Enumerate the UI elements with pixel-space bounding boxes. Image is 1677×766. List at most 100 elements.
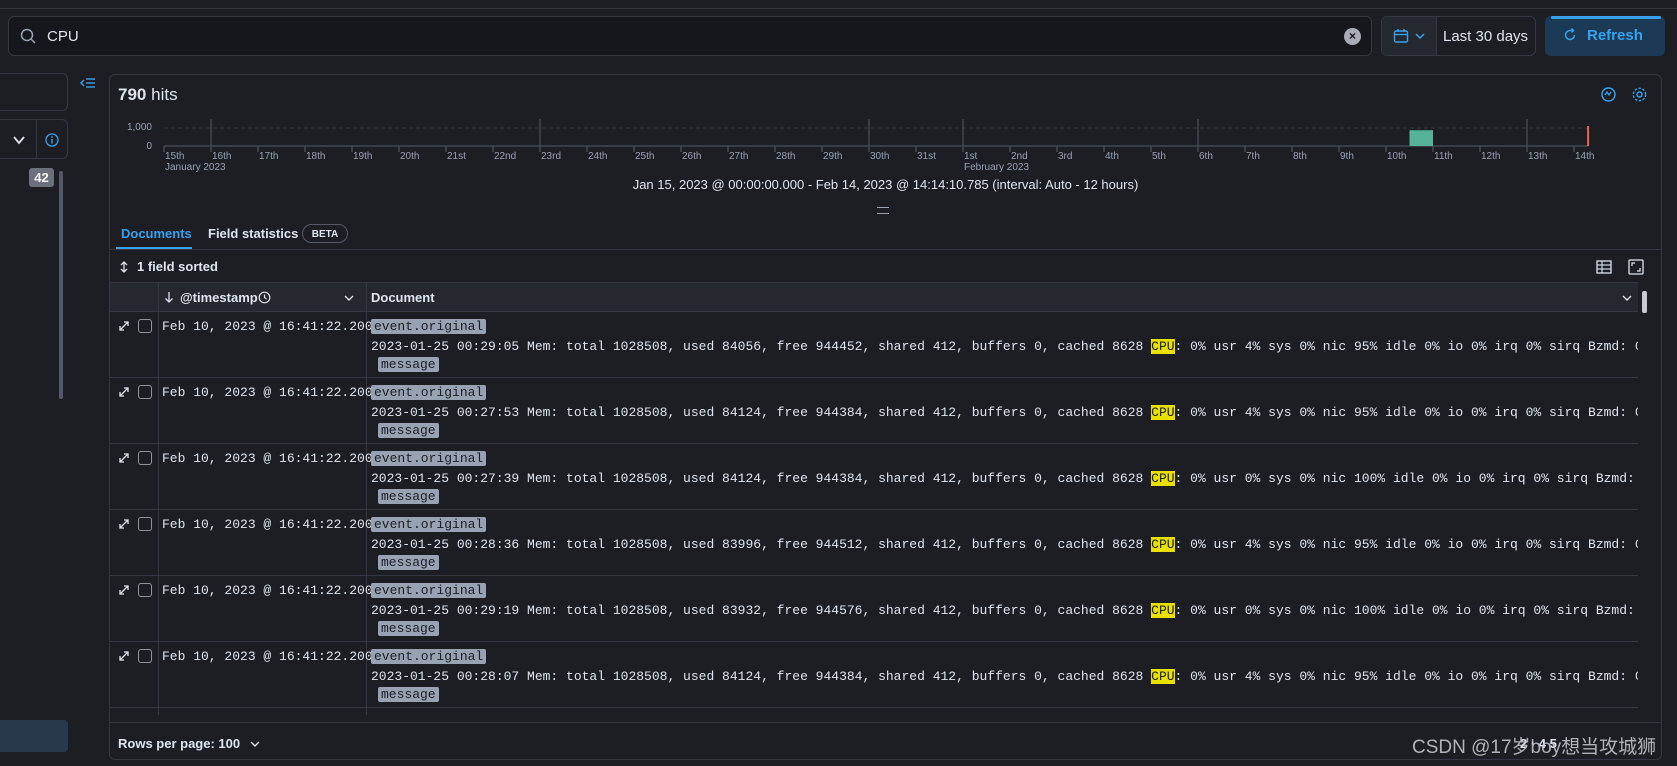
search-highlight: CPU — [1151, 537, 1175, 552]
field-name-tag: event.original — [371, 385, 487, 400]
tab-documents[interactable]: Documents — [121, 226, 192, 241]
divider — [36, 120, 37, 158]
document-summary: 2023-01-25 00:27:39 Mem: total 1028508, … — [371, 471, 1638, 486]
density-icon[interactable] — [1596, 260, 1612, 274]
rows-per-page-button[interactable]: Rows per page: 100 — [118, 736, 260, 751]
table-row[interactable]: Feb 10, 2023 @ 16:41:22.200event.origina… — [110, 708, 1638, 715]
fullscreen-icon[interactable] — [1628, 259, 1644, 275]
expand-icon[interactable] — [116, 648, 132, 664]
row-checkbox[interactable] — [138, 385, 152, 399]
timestamp-cell: Feb 10, 2023 @ 16:41:22.200 — [158, 708, 367, 715]
sort-status[interactable]: 1 field sorted — [137, 259, 218, 274]
x-tick-label: 7th — [1246, 151, 1260, 162]
sidebar-scrollbar[interactable] — [59, 171, 63, 399]
column-header-timestamp[interactable]: @timestamp — [158, 283, 367, 311]
summary-text: : 0% usr 4% sys 0% nic 95% idle 0% io 0%… — [1174, 669, 1638, 684]
expand-icon[interactable] — [116, 384, 132, 400]
table-row[interactable]: Feb 10, 2023 @ 16:41:22.200event.origina… — [110, 510, 1638, 576]
collapse-sidebar-icon[interactable] — [80, 76, 96, 90]
document-cell: event.original 2023-01-25 00:29:05 Mem: t… — [367, 312, 1638, 377]
expand-icon[interactable] — [116, 450, 132, 466]
document-summary: 2023-01-25 00:28:07 Mem: total 1028508, … — [371, 669, 1638, 684]
header-controls — [110, 283, 159, 311]
timestamp-value: Feb 10, 2023 @ 16:41:22.200 — [162, 319, 373, 334]
gear-icon[interactable] — [1631, 86, 1648, 103]
tab-field-statistics[interactable]: Field statistics — [208, 226, 298, 241]
row-checkbox[interactable] — [138, 451, 152, 465]
field-name-tag: message — [378, 687, 439, 702]
hits-label: hits — [151, 85, 178, 104]
y-tick-label: 1,000 — [127, 122, 152, 133]
resize-handle[interactable] — [877, 207, 889, 214]
table-row[interactable]: Feb 10, 2023 @ 16:41:22.200event.origina… — [110, 642, 1638, 708]
hits-histogram[interactable]: 1,000 0 15th 16th 17th 18th 19th 20th 21st 22nd 23… — [118, 118, 1608, 174]
clear-search-icon[interactable]: × — [1344, 28, 1361, 45]
x-tick-label: 6th — [1199, 151, 1213, 162]
info-icon[interactable] — [45, 133, 59, 147]
field-name-tag: message — [378, 357, 439, 372]
search-icon — [20, 28, 36, 44]
document-cell: event.original 2023-01-25 00:27:53 Mem: t… — [367, 378, 1638, 443]
column-menu-icon[interactable] — [1622, 294, 1632, 302]
field-name-tag: event.original — [371, 319, 487, 334]
table-row[interactable]: Feb 10, 2023 @ 16:41:22.200event.origina… — [110, 378, 1638, 444]
rows-per-page-label: Rows per page: 100 — [118, 736, 241, 751]
table-header: @timestamp Document — [110, 283, 1638, 312]
table-scrollbar[interactable] — [1642, 291, 1647, 313]
table-row[interactable]: Feb 10, 2023 @ 16:41:22.200event.origina… — [110, 312, 1638, 378]
timestamp-value: Feb 10, 2023 @ 16:41:22.200 — [162, 517, 373, 532]
summary-text: 2023-01-25 00:29:05 Mem: total 1028508, … — [371, 339, 1152, 354]
x-tick-label: 23rd — [541, 151, 561, 162]
refresh-button[interactable]: Refresh — [1545, 16, 1665, 56]
row-checkbox[interactable] — [138, 583, 152, 597]
timestamp-cell: Feb 10, 2023 @ 16:41:22.200 — [158, 510, 373, 575]
document-cell: event.original 2023-01-25 00:28:36 Mem: t… — [367, 510, 1638, 575]
timestamp-cell: Feb 10, 2023 @ 16:41:22.200 — [158, 312, 373, 377]
search-input[interactable]: CPU × — [8, 16, 1372, 56]
refresh-progress — [1551, 16, 1661, 19]
top-bar — [0, 0, 1677, 9]
footer-divider — [110, 722, 1661, 723]
summary-text: : 0% usr 4% sys 0% nic 95% idle 0% io 0%… — [1174, 405, 1638, 420]
column-menu-icon[interactable] — [344, 294, 354, 302]
field-name-tag: message — [378, 555, 439, 570]
watermark: CSDN @17岁boy想当攻城狮 — [1412, 737, 1657, 758]
inspect-icon[interactable] — [1600, 86, 1617, 103]
x-tick-label: 1st — [964, 151, 978, 162]
row-controls — [110, 510, 159, 575]
row-checkbox[interactable] — [138, 517, 152, 531]
field-name-tag: event.original — [371, 649, 487, 664]
expand-icon[interactable] — [116, 318, 132, 334]
timestamp-cell: Feb 10, 2023 @ 16:41:22.200 — [158, 576, 373, 641]
search-query[interactable]: CPU — [47, 28, 79, 45]
column-header-document[interactable]: Document — [367, 283, 1638, 311]
row-checkbox[interactable] — [138, 319, 152, 333]
summary-text: 2023-01-25 00:29:19 Mem: total 1028508, … — [371, 603, 1152, 618]
table-row[interactable]: Feb 10, 2023 @ 16:41:22.200event.origina… — [110, 576, 1638, 642]
expand-icon[interactable] — [116, 582, 132, 598]
add-field-button[interactable] — [0, 720, 68, 752]
expand-icon[interactable] — [116, 714, 132, 715]
x-tick-label: 8th — [1293, 151, 1307, 162]
x-tick-label: 31st — [917, 151, 936, 162]
row-checkbox[interactable] — [138, 649, 152, 663]
x-tick-label: 25th — [635, 151, 654, 162]
summary-text: 2023-01-25 00:28:36 Mem: total 1028508, … — [371, 537, 1152, 552]
field-search[interactable] — [0, 119, 68, 159]
chevron-down-icon[interactable] — [12, 133, 26, 147]
timestamp-value: Feb 10, 2023 @ 16:41:22.200 — [162, 451, 373, 466]
timestamp-cell: Feb 10, 2023 @ 16:41:22.200 — [158, 378, 373, 443]
sort-desc-icon[interactable] — [164, 291, 174, 303]
quick-menu-button[interactable] — [1382, 17, 1437, 55]
table-row[interactable]: Feb 10, 2023 @ 16:41:22.200event.origina… — [110, 444, 1638, 510]
timestamp-value: Feb 10, 2023 @ 16:41:22.200 — [162, 583, 373, 598]
date-range-label[interactable]: Last 30 days — [1443, 28, 1528, 45]
date-picker[interactable]: Last 30 days — [1381, 16, 1536, 56]
expand-icon[interactable] — [116, 516, 132, 532]
search-highlight: CPU — [1151, 339, 1175, 354]
search-highlight: CPU — [1151, 603, 1175, 618]
data-view-selector[interactable] — [0, 73, 68, 111]
row-controls — [110, 708, 159, 715]
field-name-tag: message — [378, 621, 439, 636]
sort-icon[interactable] — [119, 261, 129, 273]
